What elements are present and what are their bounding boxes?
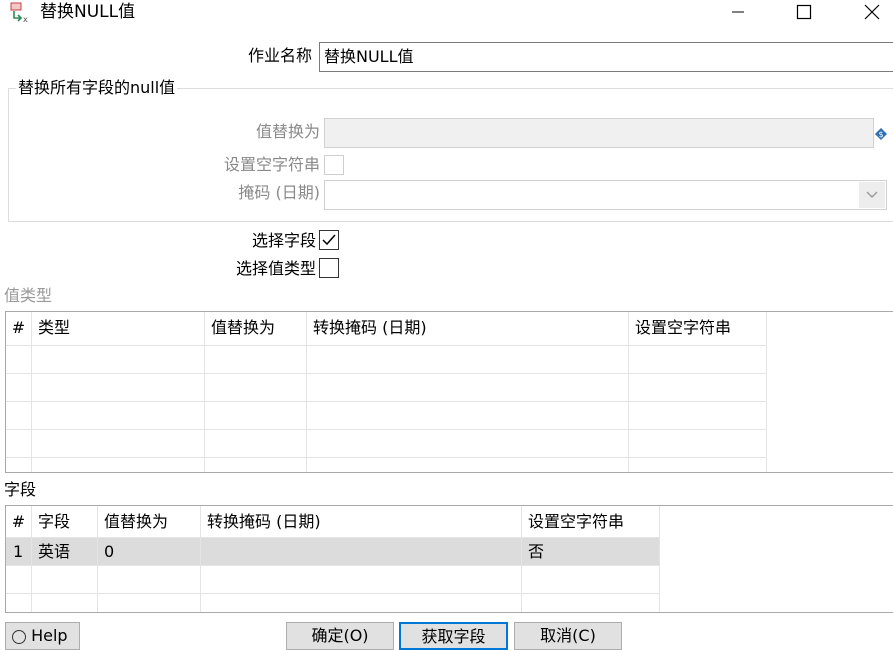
table-row[interactable]	[6, 430, 893, 458]
select-value-types-checkbox[interactable]	[319, 258, 339, 278]
row-replace-value[interactable]: 0	[98, 538, 201, 566]
table-header: ^ # 类型 值替换为 转换掩码 (日期) 设置空字符串	[6, 312, 893, 346]
select-fields-checkbox[interactable]	[319, 230, 339, 250]
column-header-index[interactable]: ^ #	[6, 506, 32, 538]
svg-text:$: $	[878, 130, 883, 139]
value-replace-input[interactable]	[324, 118, 874, 148]
step-name-label: 作业名称	[247, 46, 312, 65]
column-header-replace-value[interactable]: 值替换为	[205, 312, 307, 346]
table-row[interactable]: 1 英语 0 否	[6, 538, 660, 566]
maximize-button[interactable]	[782, 0, 826, 24]
table-row[interactable]	[6, 566, 893, 594]
set-empty-label: 设置空字符串	[223, 155, 320, 174]
column-header-index[interactable]: ^ #	[6, 312, 32, 346]
column-header-replace-value[interactable]: 值替换为	[98, 506, 201, 538]
value-types-title: 值类型	[4, 286, 53, 305]
step-name-input[interactable]: 替换NULL值	[319, 42, 893, 72]
row-field[interactable]: 英语	[32, 538, 98, 566]
help-icon	[12, 629, 26, 644]
window-title: 替换NULL值	[40, 2, 136, 22]
sort-up-icon: ^	[6, 312, 31, 314]
close-button[interactable]	[850, 0, 893, 24]
svg-text:x: x	[23, 15, 28, 24]
set-empty-checkbox[interactable]	[324, 155, 344, 175]
close-icon	[864, 4, 880, 20]
value-replace-label: 值替换为	[255, 122, 320, 141]
replace-all-group-title: 替换所有字段的null值	[16, 78, 178, 98]
date-mask-select[interactable]	[324, 180, 887, 210]
maximize-icon	[796, 4, 812, 20]
row-set-empty[interactable]: 否	[522, 538, 660, 566]
row-mask[interactable]	[201, 538, 522, 566]
column-header-set-empty[interactable]: 设置空字符串	[629, 312, 767, 346]
ok-button[interactable]: 确定(O)	[286, 622, 394, 650]
value-types-table[interactable]: ^ # 类型 值替换为 转换掩码 (日期) 设置空字符串	[5, 311, 893, 473]
cancel-button[interactable]: 取消(C)	[514, 622, 622, 650]
column-header-set-empty[interactable]: 设置空字符串	[522, 506, 660, 538]
table-row[interactable]	[6, 374, 893, 402]
get-fields-button[interactable]: 获取字段	[399, 622, 508, 650]
date-mask-label: 掩码 (日期)	[238, 183, 320, 202]
column-header-mask[interactable]: 转换掩码 (日期)	[307, 312, 629, 346]
help-label: Help	[31, 626, 68, 645]
select-fields-label: 选择字段	[251, 231, 316, 250]
fields-title: 字段	[4, 480, 37, 499]
column-header-type[interactable]: 类型	[32, 312, 205, 346]
column-header-field[interactable]: 字段	[32, 506, 98, 538]
chevron-down-icon	[859, 182, 885, 208]
table-row[interactable]	[6, 402, 893, 430]
variable-icon[interactable]: $	[874, 126, 888, 140]
table-row[interactable]	[6, 594, 893, 612]
checkmark-icon	[322, 234, 336, 246]
minimize-icon	[732, 11, 744, 13]
column-header-mask[interactable]: 转换掩码 (日期)	[201, 506, 522, 538]
replace-null-icon: x	[8, 2, 34, 24]
help-button[interactable]: Help	[5, 622, 80, 650]
table-row[interactable]	[6, 458, 893, 472]
fields-table[interactable]: ^ # 字段 值替换为 转换掩码 (日期) 设置空字符串 1 英语 0 否	[5, 505, 893, 613]
table-row[interactable]	[6, 346, 893, 374]
table-header: ^ # 字段 值替换为 转换掩码 (日期) 设置空字符串	[6, 506, 893, 538]
minimize-button[interactable]	[716, 0, 760, 24]
select-value-types-label: 选择值类型	[235, 259, 316, 278]
sort-up-icon: ^	[6, 506, 31, 508]
row-index: 1	[6, 538, 32, 566]
